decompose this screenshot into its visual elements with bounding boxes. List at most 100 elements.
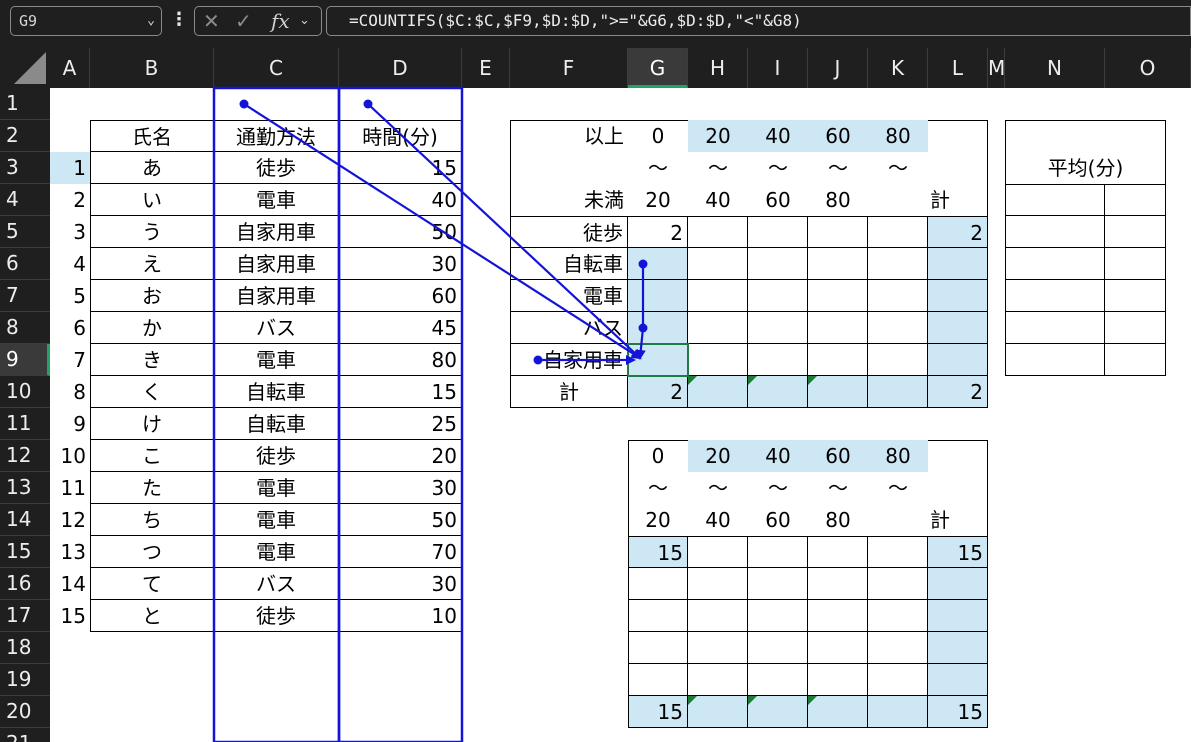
method-cell[interactable]: 電車	[214, 184, 339, 216]
name-cell[interactable]: う	[90, 216, 214, 248]
row-total-cell[interactable]	[928, 280, 988, 312]
lower-bound-label[interactable]: 以上	[510, 120, 628, 152]
average-cell[interactable]	[1105, 248, 1166, 280]
sum-upper-bound-cell[interactable]: 40	[688, 504, 748, 536]
grand-total-cell[interactable]: 2	[928, 376, 988, 408]
average-cell[interactable]	[1105, 216, 1166, 248]
sum-cell[interactable]	[748, 568, 808, 600]
count-cell[interactable]	[808, 344, 868, 376]
count-cell[interactable]	[688, 280, 748, 312]
count-cell[interactable]	[688, 344, 748, 376]
worksheet-grid[interactable]: 氏名 通勤方法 時間(分) 1 あ徒歩 15 2 い電車 40 3 う自家用車 50 4 え自家用車 30 5…	[0, 0, 1191, 742]
count-cell[interactable]	[688, 312, 748, 344]
sum-lower-bound-cell[interactable]: 40	[748, 440, 808, 472]
sum-column-total-cell[interactable]	[748, 696, 808, 728]
average-cell[interactable]	[1105, 280, 1166, 312]
count-cell[interactable]	[748, 216, 808, 248]
average-cell[interactable]	[1005, 184, 1105, 216]
count-cell[interactable]	[808, 312, 868, 344]
row-number-cell[interactable]: 5	[50, 280, 90, 312]
row-number-cell[interactable]: 1	[50, 152, 90, 184]
error-indicator-icon[interactable]	[748, 696, 757, 705]
sum-row-total-cell[interactable]	[928, 600, 988, 632]
sum-lower-bound-cell[interactable]: 60	[808, 440, 868, 472]
time-cell[interactable]: 70	[339, 536, 462, 568]
count-cell[interactable]	[868, 216, 928, 248]
category-cell[interactable]: 徒歩	[510, 216, 628, 248]
method-cell[interactable]: 自転車	[214, 376, 339, 408]
active-cell-outline[interactable]	[627, 343, 689, 377]
sum-cell[interactable]	[868, 664, 928, 696]
name-cell[interactable]: ち	[90, 504, 214, 536]
sum-tilde-cell[interactable]: ～	[748, 472, 808, 504]
average-cell[interactable]	[1105, 312, 1166, 344]
count-cell[interactable]	[748, 344, 808, 376]
count-cell[interactable]: 2	[628, 216, 688, 248]
time-cell[interactable]: 15	[339, 376, 462, 408]
category-cell[interactable]: 電車	[510, 280, 628, 312]
sum-cell[interactable]	[748, 536, 808, 568]
row-total-cell[interactable]	[928, 344, 988, 376]
sum-column-total-cell[interactable]: 15	[628, 696, 688, 728]
column-total-cell[interactable]	[868, 376, 928, 408]
name-cell[interactable]: こ	[90, 440, 214, 472]
row-number-cell[interactable]: 13	[50, 536, 90, 568]
name-cell[interactable]: か	[90, 312, 214, 344]
category-cell[interactable]: 自家用車	[510, 344, 628, 376]
count-cell[interactable]	[808, 216, 868, 248]
row-number-cell[interactable]: 8	[50, 376, 90, 408]
sum-cell[interactable]	[628, 568, 688, 600]
row-number-cell[interactable]: 6	[50, 312, 90, 344]
error-indicator-icon[interactable]	[748, 376, 757, 385]
tilde-cell[interactable]: ～	[868, 152, 928, 184]
sum-cell[interactable]	[688, 632, 748, 664]
average-cell[interactable]	[1005, 312, 1105, 344]
method-cell[interactable]: 電車	[214, 536, 339, 568]
average-cell[interactable]	[1005, 344, 1105, 376]
sum-upper-bound-cell[interactable]	[868, 504, 928, 536]
time-cell[interactable]: 45	[339, 312, 462, 344]
sum-cell[interactable]	[808, 600, 868, 632]
column-total-cell[interactable]	[748, 376, 808, 408]
method-cell[interactable]: 徒歩	[214, 600, 339, 632]
sum-upper-bound-cell[interactable]: 80	[808, 504, 868, 536]
count-cell[interactable]	[868, 312, 928, 344]
name-cell[interactable]: く	[90, 376, 214, 408]
sum-cell[interactable]	[808, 632, 868, 664]
time-cell[interactable]: 30	[339, 472, 462, 504]
method-cell[interactable]: 電車	[214, 344, 339, 376]
count-cell[interactable]	[628, 280, 688, 312]
sum-cell[interactable]	[868, 536, 928, 568]
method-cell[interactable]: 自家用車	[214, 280, 339, 312]
sum-tilde-cell[interactable]: ～	[808, 472, 868, 504]
method-cell[interactable]: 徒歩	[214, 152, 339, 184]
upper-bound-cell[interactable]: 80	[808, 184, 868, 216]
time-cell[interactable]: 40	[339, 184, 462, 216]
sum-cell[interactable]	[628, 632, 688, 664]
error-indicator-icon[interactable]	[808, 376, 817, 385]
name-cell[interactable]: け	[90, 408, 214, 440]
method-cell[interactable]: バス	[214, 312, 339, 344]
time-cell[interactable]: 25	[339, 408, 462, 440]
sum-cell[interactable]	[688, 600, 748, 632]
total-label-cell[interactable]: 計	[510, 376, 628, 408]
column-total-cell[interactable]: 2	[628, 376, 688, 408]
row-number-cell[interactable]: 14	[50, 568, 90, 600]
method-cell[interactable]: 電車	[214, 504, 339, 536]
upper-bound-label[interactable]: 未満	[510, 184, 628, 216]
name-cell[interactable]: あ	[90, 152, 214, 184]
sum-cell[interactable]	[868, 600, 928, 632]
count-cell[interactable]	[808, 248, 868, 280]
sum-row-total-cell[interactable]	[928, 632, 988, 664]
average-cell[interactable]	[1105, 344, 1166, 376]
column-total-cell[interactable]	[808, 376, 868, 408]
sum-cell[interactable]	[748, 600, 808, 632]
method-cell[interactable]: 電車	[214, 472, 339, 504]
tilde-cell[interactable]: ～	[628, 152, 688, 184]
sum-row-total-cell[interactable]	[928, 664, 988, 696]
error-indicator-icon[interactable]	[688, 696, 697, 705]
time-cell[interactable]: 60	[339, 280, 462, 312]
upper-bound-cell[interactable]: 60	[748, 184, 808, 216]
count-cell[interactable]	[868, 248, 928, 280]
sum-tilde-cell[interactable]: ～	[868, 472, 928, 504]
